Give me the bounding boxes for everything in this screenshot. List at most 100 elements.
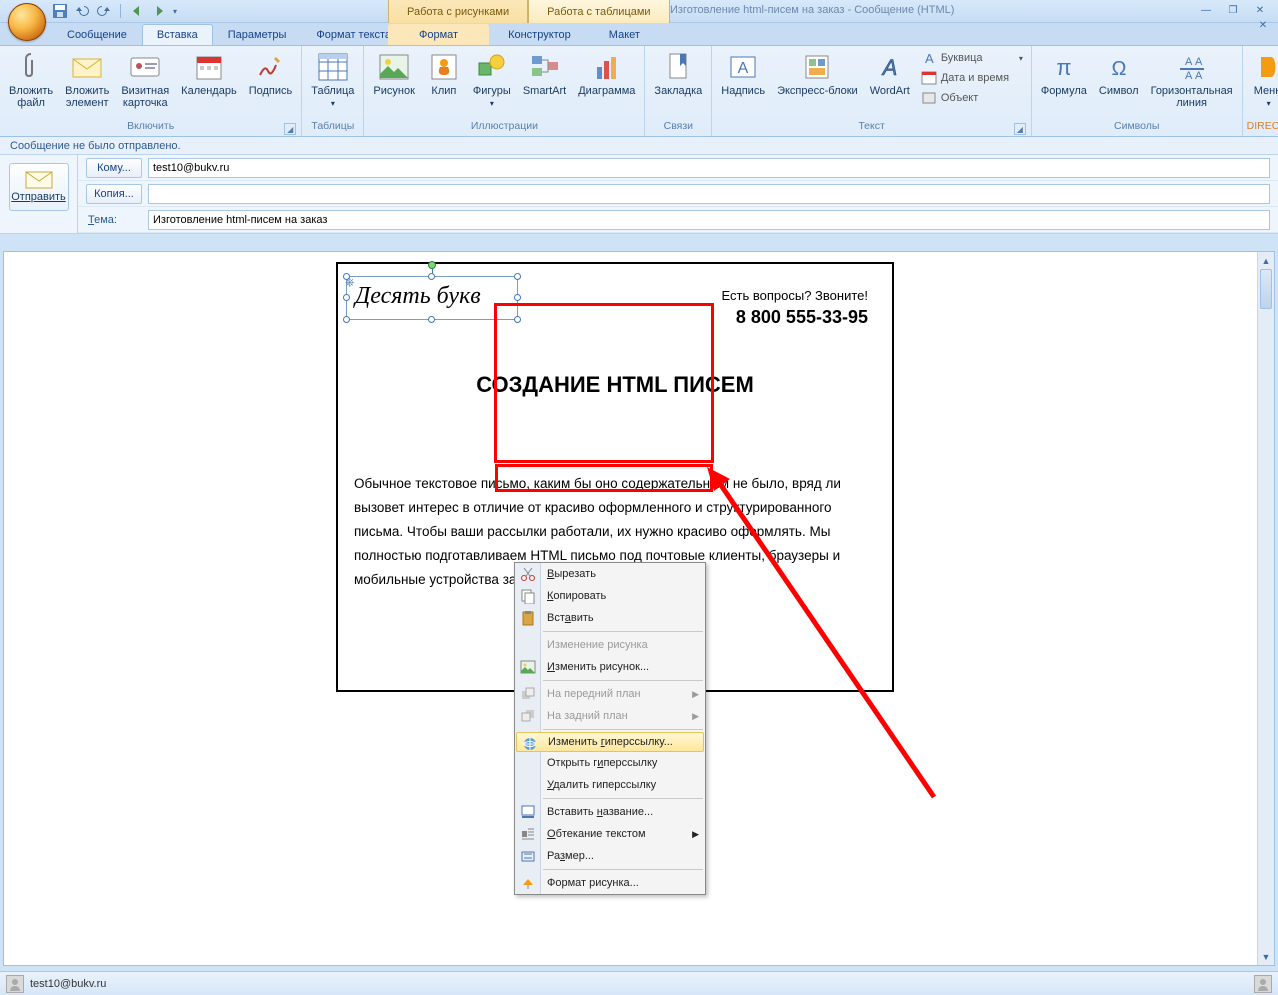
menu-remove-hyperlink[interactable]: Удалить гиперссылку bbox=[515, 774, 705, 796]
resize-handle[interactable] bbox=[428, 273, 435, 280]
resize-handle[interactable] bbox=[514, 273, 521, 280]
table-button[interactable]: Таблица▾ bbox=[306, 48, 359, 111]
quickparts-button[interactable]: Экспресс-блоки bbox=[772, 48, 863, 100]
subject-field[interactable] bbox=[148, 210, 1270, 230]
group-include-title: Включить bbox=[127, 120, 174, 132]
svg-text:π: π bbox=[1056, 55, 1071, 80]
symbol-button[interactable]: ΩСимвол bbox=[1094, 48, 1144, 100]
group-tables: Таблица▾ Таблицы bbox=[302, 46, 364, 136]
minimize-button[interactable]: — bbox=[1194, 3, 1218, 18]
resize-handle[interactable] bbox=[343, 273, 350, 280]
window-controls: — ❐ ✕ bbox=[1194, 3, 1272, 18]
menu-format-picture[interactable]: Формат рисунка... bbox=[515, 872, 705, 894]
menu-text-wrap[interactable]: Обтекание текстом▶ bbox=[515, 823, 705, 845]
directum-menu-button[interactable]: Меню▾ bbox=[1247, 48, 1278, 111]
resize-handle[interactable] bbox=[343, 294, 350, 301]
format-icon bbox=[520, 875, 536, 891]
group-illustrations-title: Иллюстрации bbox=[368, 120, 640, 136]
attach-item-button[interactable]: Вложить элемент bbox=[60, 48, 114, 112]
tab-format[interactable]: Формат bbox=[388, 24, 489, 45]
cc-button[interactable]: Копия... bbox=[86, 184, 142, 204]
include-launcher[interactable]: ◢ bbox=[284, 123, 296, 135]
picture-icon bbox=[520, 659, 536, 675]
quick-access-toolbar: ▾ bbox=[52, 0, 177, 22]
size-icon bbox=[520, 848, 536, 864]
menu-open-hyperlink[interactable]: Открыть гиперссылку bbox=[515, 752, 705, 774]
attach-file-button[interactable]: Вложить файл bbox=[4, 48, 58, 112]
next-icon[interactable] bbox=[151, 3, 167, 19]
shapes-button[interactable]: Фигуры▾ bbox=[468, 48, 516, 111]
tab-message[interactable]: Сообщение bbox=[52, 24, 142, 45]
wordart-button[interactable]: AWordArt bbox=[865, 48, 915, 100]
equation-button[interactable]: πФормула bbox=[1036, 48, 1092, 100]
dropcap-button[interactable]: AБуквица▾ bbox=[917, 48, 1027, 68]
clip-button[interactable]: Клип bbox=[422, 48, 466, 100]
selected-image[interactable]: ⎈ Десять букв bbox=[346, 276, 518, 320]
caption-icon bbox=[520, 804, 536, 820]
chart-button[interactable]: Диаграмма bbox=[573, 48, 640, 100]
office-button[interactable] bbox=[8, 3, 46, 41]
business-card-button[interactable]: Визитная карточка bbox=[116, 48, 174, 112]
text-launcher[interactable]: ◢ bbox=[1014, 123, 1026, 135]
group-symbols-title: Символы bbox=[1036, 120, 1238, 136]
to-field[interactable] bbox=[148, 158, 1270, 178]
tab-constructor[interactable]: Конструктор bbox=[489, 24, 590, 45]
resize-handle[interactable] bbox=[343, 316, 350, 323]
scroll-down-icon[interactable]: ▼ bbox=[1258, 948, 1274, 965]
textbox-button[interactable]: AНадпись bbox=[716, 48, 770, 100]
previous-icon[interactable] bbox=[129, 3, 145, 19]
svg-text:Ω: Ω bbox=[1111, 58, 1126, 80]
picture-button[interactable]: Рисунок bbox=[368, 48, 420, 100]
status-user: test10@bukv.ru bbox=[30, 978, 106, 990]
send-button[interactable]: Отправить bbox=[9, 163, 69, 211]
calendar-button[interactable]: Календарь bbox=[176, 48, 242, 100]
datetime-button[interactable]: Дата и время bbox=[917, 68, 1027, 88]
svg-text:A: A bbox=[1195, 70, 1203, 81]
resize-handle[interactable] bbox=[514, 316, 521, 323]
smartart-button[interactable]: SmartArt bbox=[518, 48, 571, 100]
message-body[interactable]: ⎈ Десять букв Есть вопросы? Звоните! 8 8… bbox=[3, 251, 1275, 966]
close-button[interactable]: ✕ bbox=[1248, 3, 1272, 18]
tab-layout[interactable]: Макет bbox=[590, 24, 659, 45]
qat-customize-icon[interactable]: ▾ bbox=[173, 7, 177, 16]
qat-separator bbox=[120, 4, 121, 18]
hr-button[interactable]: AAAAГоризонтальная линия bbox=[1146, 48, 1238, 112]
menu-copy[interactable]: Копировать bbox=[515, 585, 705, 607]
doc-close-button[interactable]: ✕ bbox=[1254, 19, 1272, 32]
contextual-tab-headers: Работа с рисунками Работа с таблицами bbox=[388, 0, 670, 23]
resize-handle[interactable] bbox=[514, 294, 521, 301]
to-button[interactable]: Кому... bbox=[86, 158, 142, 178]
menu-send-back: На задний план▶ bbox=[515, 705, 705, 727]
group-illustrations: Рисунок Клип Фигуры▾ SmartArt Диаграмма … bbox=[364, 46, 645, 136]
envelope: Отправить Кому... Копия... Тема: bbox=[0, 155, 1278, 234]
menu-insert-caption[interactable]: Вставить название... bbox=[515, 801, 705, 823]
undo-icon[interactable] bbox=[74, 3, 90, 19]
signature-button[interactable]: Подпись bbox=[244, 48, 298, 100]
resize-handle[interactable] bbox=[428, 316, 435, 323]
tab-options[interactable]: Параметры bbox=[213, 24, 302, 45]
cc-field[interactable] bbox=[148, 184, 1270, 204]
save-icon[interactable] bbox=[52, 3, 68, 19]
menu-change-picture[interactable]: Изменить рисунок... bbox=[515, 656, 705, 678]
svg-text:A: A bbox=[925, 51, 934, 66]
back-icon bbox=[520, 708, 536, 724]
maximize-button[interactable]: ❐ bbox=[1221, 3, 1245, 18]
group-text: AНадпись Экспресс-блоки AWordArt AБуквиц… bbox=[712, 46, 1032, 136]
menu-cut[interactable]: Вырезать bbox=[515, 563, 705, 585]
scroll-thumb[interactable] bbox=[1260, 269, 1272, 309]
redo-icon[interactable] bbox=[96, 3, 112, 19]
group-directum: Меню▾ DIRECTUM bbox=[1243, 46, 1278, 136]
vertical-scrollbar[interactable]: ▲ ▼ bbox=[1257, 252, 1274, 965]
bookmark-button[interactable]: Закладка bbox=[649, 48, 707, 100]
menu-paste[interactable]: Вставить bbox=[515, 607, 705, 629]
svg-text:A: A bbox=[1185, 56, 1193, 68]
avatar-icon-right[interactable] bbox=[1254, 975, 1272, 993]
status-bar: test10@bukv.ru bbox=[0, 971, 1278, 995]
rotate-handle[interactable] bbox=[428, 261, 436, 269]
menu-edit-hyperlink[interactable]: Изменить гиперссылку... bbox=[516, 732, 704, 752]
scroll-up-icon[interactable]: ▲ bbox=[1258, 252, 1274, 269]
menu-size[interactable]: Размер... bbox=[515, 845, 705, 867]
avatar-icon bbox=[6, 975, 24, 993]
object-button[interactable]: Объект bbox=[917, 88, 1027, 108]
tab-insert[interactable]: Вставка bbox=[142, 24, 213, 45]
